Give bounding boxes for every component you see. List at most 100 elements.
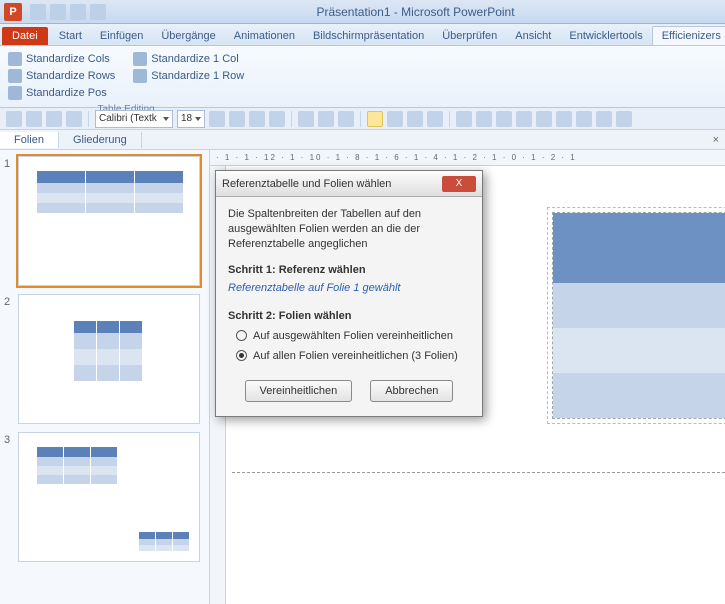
align-center-icon[interactable] xyxy=(387,111,403,127)
slide-thumbnail-2[interactable] xyxy=(18,294,200,424)
dialog-buttons: Vereinheitlichen Abbrechen xyxy=(228,380,470,402)
tab-animations[interactable]: Animationen xyxy=(225,27,304,45)
format-painter-icon[interactable] xyxy=(66,111,82,127)
ribbon-group-table-editing: Standardize Cols Standardize Rows Standa… xyxy=(6,50,246,115)
shape-icon[interactable] xyxy=(556,111,572,127)
shape-icon[interactable] xyxy=(456,111,472,127)
thumbnail-row: 3 xyxy=(4,432,205,562)
tab-view[interactable]: Ansicht xyxy=(506,27,560,45)
title-bar: P Präsentation1 - Microsoft PowerPoint xyxy=(0,0,725,24)
radio-icon xyxy=(236,350,247,361)
dialog-reference-table: Referenztabelle und Folien wählen X Die … xyxy=(215,170,483,417)
shape-icon[interactable] xyxy=(616,111,632,127)
slide-table[interactable] xyxy=(552,212,725,419)
qat-more-icon[interactable] xyxy=(90,4,106,20)
tab-efficienizers[interactable]: Efficienizers xyxy=(652,26,725,45)
thumbnail-row: 1 xyxy=(4,156,205,286)
window-title: Präsentation1 - Microsoft PowerPoint xyxy=(106,5,725,19)
font-size-combo[interactable]: 18 xyxy=(177,110,205,128)
slide-number: 2 xyxy=(4,294,18,424)
table-row xyxy=(553,283,725,328)
close-icon[interactable]: × xyxy=(713,134,719,146)
tab-transitions[interactable]: Übergänge xyxy=(152,27,224,45)
shape-icon[interactable] xyxy=(596,111,612,127)
standardize-cols-button[interactable]: Standardize Cols xyxy=(6,51,117,67)
radio-option-selected-slides[interactable]: Auf ausgewählten Folien vereinheitlichen xyxy=(236,330,470,342)
font-family-combo[interactable]: Calibri (Textk xyxy=(95,110,173,128)
slide-panel-tabs: Folien Gliederung × xyxy=(0,130,725,150)
chevron-down-icon xyxy=(195,117,201,121)
dialog-body: Die Spaltenbreiten der Tabellen auf den … xyxy=(216,197,482,416)
superscript-icon[interactable] xyxy=(249,111,265,127)
mini-toolbar: Calibri (Textk 18 xyxy=(0,108,725,130)
copy-icon[interactable] xyxy=(46,111,62,127)
dialog-step2-label: Schritt 2: Folien wählen xyxy=(228,310,470,322)
align-justify-icon[interactable] xyxy=(427,111,443,127)
close-button[interactable]: X xyxy=(442,176,476,192)
dialog-step1-label: Schritt 1: Referenz wählen xyxy=(228,264,470,276)
shape-icon[interactable] xyxy=(476,111,492,127)
standardize-1row-button[interactable]: Standardize 1 Row xyxy=(131,68,246,84)
separator xyxy=(291,111,292,127)
tab-review[interactable]: Überprüfen xyxy=(433,27,506,45)
tab-start[interactable]: Start xyxy=(50,27,91,45)
cancel-button[interactable]: Abbrechen xyxy=(370,380,453,402)
indent-icon[interactable] xyxy=(338,111,354,127)
paste-icon[interactable] xyxy=(6,111,22,127)
ok-button[interactable]: Vereinheitlichen xyxy=(245,380,353,402)
table-header xyxy=(553,213,725,283)
slide-thumbnail-3[interactable] xyxy=(18,432,200,562)
quick-access-toolbar xyxy=(30,4,106,20)
table-1row-icon xyxy=(133,69,147,83)
table-1col-icon xyxy=(133,52,147,66)
qat-save-icon[interactable] xyxy=(30,4,46,20)
app-icon: P xyxy=(4,3,22,21)
qat-undo-icon[interactable] xyxy=(50,4,66,20)
grow-font-icon[interactable] xyxy=(209,111,225,127)
shape-icon[interactable] xyxy=(536,111,552,127)
tab-insert[interactable]: Einfügen xyxy=(91,27,152,45)
radio-label: Auf allen Folien vereinheitlichen (3 Fol… xyxy=(253,350,458,362)
standardize-pos-button[interactable]: Standardize Pos xyxy=(6,85,117,101)
tab-file[interactable]: Datei xyxy=(2,27,48,45)
radio-option-all-slides[interactable]: Auf allen Folien vereinheitlichen (3 Fol… xyxy=(236,350,470,362)
slide-number: 1 xyxy=(4,156,18,286)
shrink-font-icon[interactable] xyxy=(229,111,245,127)
radio-label: Auf ausgewählten Folien vereinheitlichen xyxy=(253,330,453,342)
font-value: Calibri (Textk xyxy=(99,113,157,124)
dialog-title: Referenztabelle und Folien wählen xyxy=(222,178,442,190)
bullets-icon[interactable] xyxy=(298,111,314,127)
tab-slides[interactable]: Folien xyxy=(0,132,59,148)
table-pos-icon xyxy=(8,86,22,100)
standardize-rows-button[interactable]: Standardize Rows xyxy=(6,68,117,84)
tab-slideshow[interactable]: Bildschirmpräsentation xyxy=(304,27,433,45)
guide-line xyxy=(232,472,725,473)
separator xyxy=(360,111,361,127)
qat-redo-icon[interactable] xyxy=(70,4,86,20)
ribbon: Standardize Cols Standardize Rows Standa… xyxy=(0,46,725,108)
standardize-1col-button[interactable]: Standardize 1 Col xyxy=(131,51,246,67)
shape-icon[interactable] xyxy=(496,111,512,127)
subscript-icon[interactable] xyxy=(269,111,285,127)
label: Standardize Pos xyxy=(26,87,107,99)
horizontal-ruler: · 1 · 1 · 12 · 1 · 10 · 1 · 8 · 1 · 6 · … xyxy=(210,150,725,166)
label: Standardize 1 Row xyxy=(151,70,244,82)
align-left-icon[interactable] xyxy=(367,111,383,127)
slide-thumbnails: 1 2 xyxy=(0,150,210,604)
dialog-title-bar[interactable]: Referenztabelle und Folien wählen X xyxy=(216,171,482,197)
table-row xyxy=(553,328,725,373)
separator xyxy=(88,111,89,127)
label: Standardize Rows xyxy=(26,70,115,82)
tab-developer[interactable]: Entwicklertools xyxy=(560,27,651,45)
cut-icon[interactable] xyxy=(26,111,42,127)
table-cols-icon xyxy=(8,52,22,66)
size-value: 18 xyxy=(181,113,192,124)
tab-outline[interactable]: Gliederung xyxy=(59,132,142,148)
label: Standardize 1 Col xyxy=(151,53,238,65)
label: Standardize Cols xyxy=(26,53,110,65)
slide-thumbnail-1[interactable] xyxy=(18,156,200,286)
shape-icon[interactable] xyxy=(576,111,592,127)
numbering-icon[interactable] xyxy=(318,111,334,127)
shape-icon[interactable] xyxy=(516,111,532,127)
align-right-icon[interactable] xyxy=(407,111,423,127)
